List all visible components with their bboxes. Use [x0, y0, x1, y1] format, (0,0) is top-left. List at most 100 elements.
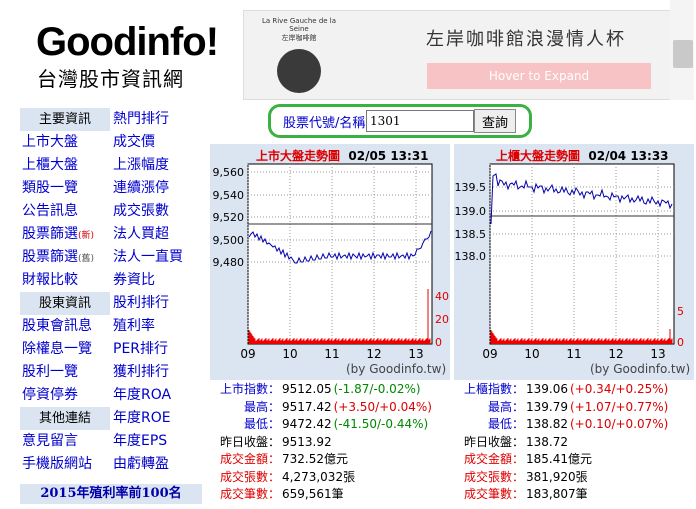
site-logo[interactable]: Goodinfo! [36, 16, 219, 68]
menu-link[interactable]: 殖利率 [111, 315, 202, 338]
menu-link-label: 意見留言 [22, 433, 78, 449]
stat-row: 成交張數： 4,273,032張 [210, 469, 432, 487]
menu-link[interactable]: 股票篩選(新) [20, 223, 111, 246]
banner-brand-line2: 左岸咖啡館 [281, 34, 317, 42]
stat-label: 成交筆數： [463, 487, 524, 501]
menu-link-label: 連續漲停 [113, 180, 169, 196]
menu-link[interactable]: 停資停券 [20, 384, 111, 407]
stat-row: 最高： 139.79 (+1.07/+0.77%) [454, 399, 668, 417]
menu-header-left: 主要資訊 [20, 108, 111, 131]
banner-expand-button[interactable]: Hover to Expand [427, 63, 651, 89]
stat-value: 732.52億元 [282, 452, 348, 466]
stat-value: 9517.42 [282, 399, 332, 414]
menu-section-header: 主要資訊 熱門排行 [20, 108, 202, 131]
x-tick-label: 13 [408, 347, 423, 361]
stat-value: 139.79 [526, 399, 568, 414]
menu-row: 除權息一覽 PER排行 [20, 338, 202, 361]
menu-link[interactable]: 法人買超 [111, 223, 202, 246]
stat-label: 最高： [487, 399, 524, 414]
menu-link[interactable]: 財報比較 [20, 269, 111, 292]
menu-link[interactable]: 類股一覽 [20, 177, 111, 200]
menu-link[interactable]: 年度EPS [111, 430, 202, 453]
menu-link[interactable]: 由虧轉盈 [111, 453, 202, 476]
tse-chart-panel[interactable]: 上市大盤走勢圖 02/05 13:31 9,560 9,540 9,520 9,500… [210, 144, 450, 380]
menu-link[interactable]: 手機版網站 [20, 453, 111, 476]
banner-image-icon[interactable] [673, 40, 693, 68]
stat-row: 最低： 9472.42 (-41.50/-0.44%) [210, 416, 432, 434]
menu-link[interactable]: 上櫃大盤 [20, 154, 111, 177]
menu-link-label: 除權息一覽 [22, 341, 92, 357]
menu-link-label: 上櫃大盤 [22, 157, 78, 173]
x-tick-label: 11 [324, 347, 339, 361]
x-tick-label: 10 [282, 347, 297, 361]
stat-label: 成交張數： [463, 469, 524, 484]
plot-area [247, 163, 433, 345]
menu-link[interactable]: 公告訊息 [20, 200, 111, 223]
x-tick-label: 12 [366, 347, 381, 361]
menu-header-right[interactable]: 熱門排行 [111, 108, 202, 131]
stat-row: 成交筆數： 183,807筆 [454, 486, 668, 504]
menu-link[interactable]: 連續漲停 [111, 177, 202, 200]
menu-row: 股票篩選(舊) 法人一直買 [20, 246, 202, 269]
stat-label: 最低： [243, 417, 280, 431]
menu-link-label: 殖利率 [113, 318, 155, 334]
menu-link-label: 公告訊息 [22, 203, 78, 219]
menu-row: 手機版網站 由虧轉盈 [20, 453, 202, 476]
menu-footer-link[interactable]: 2015年殖利率前100名 [20, 484, 202, 504]
otc-credit: (by Goodinfo.tw) [590, 362, 691, 376]
menu-link[interactable]: 法人一直買 [111, 246, 202, 269]
menu-link-label: 股利一覽 [22, 364, 78, 380]
x-tick-label: 10 [524, 347, 539, 361]
menu-link-label: 由虧轉盈 [113, 456, 169, 472]
cafe-seal-icon [277, 49, 321, 93]
ad-banner[interactable]: La Rive Gauche de la Seine 左岸咖啡館 左岸咖啡館浪漫… [243, 10, 683, 100]
menu-row: 財報比較 券資比 [20, 269, 202, 292]
menu-header-left: 股東資訊 [20, 292, 111, 315]
search-button[interactable]: 查詢 [474, 109, 516, 133]
menu-row: 股東會訊息 殖利率 [20, 315, 202, 338]
stat-label: 成交金額： [463, 452, 524, 466]
volume-tick-label: 0 [435, 336, 442, 349]
stat-row: 上市指數： 9512.05 (-1.87/-0.02%) [210, 381, 432, 399]
menu-header-right[interactable]: 年度ROE [111, 407, 202, 430]
left-menu: 主要資訊 熱門排行 上市大盤 成交價 上櫃大盤 上漲幅度 類股一覽 連續漲停 公告訊息 成交張數股… [20, 108, 202, 476]
menu-link[interactable]: 除權息一覽 [20, 338, 111, 361]
menu-link-label: 獲利排行 [113, 364, 169, 380]
menu-link[interactable]: 股票篩選(舊) [20, 246, 111, 269]
stat-label: 最低： [487, 417, 524, 431]
menu-link[interactable]: 股東會訊息 [20, 315, 111, 338]
menu-link-label: 財報比較 [22, 272, 78, 288]
menu-link[interactable]: 上市大盤 [20, 131, 111, 154]
menu-link[interactable]: 成交張數 [111, 200, 202, 223]
menu-link[interactable]: 券資比 [111, 269, 202, 292]
y-tick-label: 9,540 [213, 189, 245, 202]
volume-tick-label: 5 [677, 305, 684, 318]
stock-code-input[interactable] [366, 110, 474, 132]
stat-value: 9472.42 [282, 417, 332, 431]
tse-stats: 上市指數： 9512.05 (-1.87/-0.02%) 最高： 9517.42 (+3.… [210, 381, 432, 504]
otc-chart-panel[interactable]: 上櫃大盤走勢圖 02/04 13:33 139.5 139.0 138.5 138.0… [454, 144, 694, 380]
stat-change: (+0.34/+0.25%) [570, 382, 669, 396]
menu-link-label: 停資停券 [22, 387, 78, 403]
menu-link-label: 手機版網站 [22, 456, 92, 472]
stat-change: (+3.50/+0.04%) [333, 399, 432, 414]
menu-link[interactable]: 意見留言 [20, 430, 111, 453]
menu-row: 股利一覽 獲利排行 [20, 361, 202, 384]
stat-label: 成交筆數： [219, 487, 280, 501]
menu-link-label: 成交價 [113, 134, 155, 150]
menu-row: 股票篩選(新) 法人買超 [20, 223, 202, 246]
menu-link-label: 法人買超 [113, 226, 169, 242]
menu-header-right[interactable]: 股利排行 [111, 292, 202, 315]
menu-link[interactable]: 成交價 [111, 131, 202, 154]
otc-stats: 上櫃指數： 139.06 (+0.34/+0.25%) 最高： 139.79 (+1.07… [454, 381, 668, 504]
menu-row: 上市大盤 成交價 [20, 131, 202, 154]
stat-row: 成交金額： 185.41億元 [454, 451, 668, 469]
menu-link[interactable]: 上漲幅度 [111, 154, 202, 177]
menu-link[interactable]: 股利一覽 [20, 361, 111, 384]
menu-link[interactable]: 年度ROA [111, 384, 202, 407]
menu-link[interactable]: PER排行 [111, 338, 202, 361]
stat-value: 381,920張 [526, 469, 588, 484]
menu-link[interactable]: 獲利排行 [111, 361, 202, 384]
volume-tick-label: 40 [435, 290, 449, 303]
stat-row: 昨日收盤： 138.72 [454, 434, 668, 452]
